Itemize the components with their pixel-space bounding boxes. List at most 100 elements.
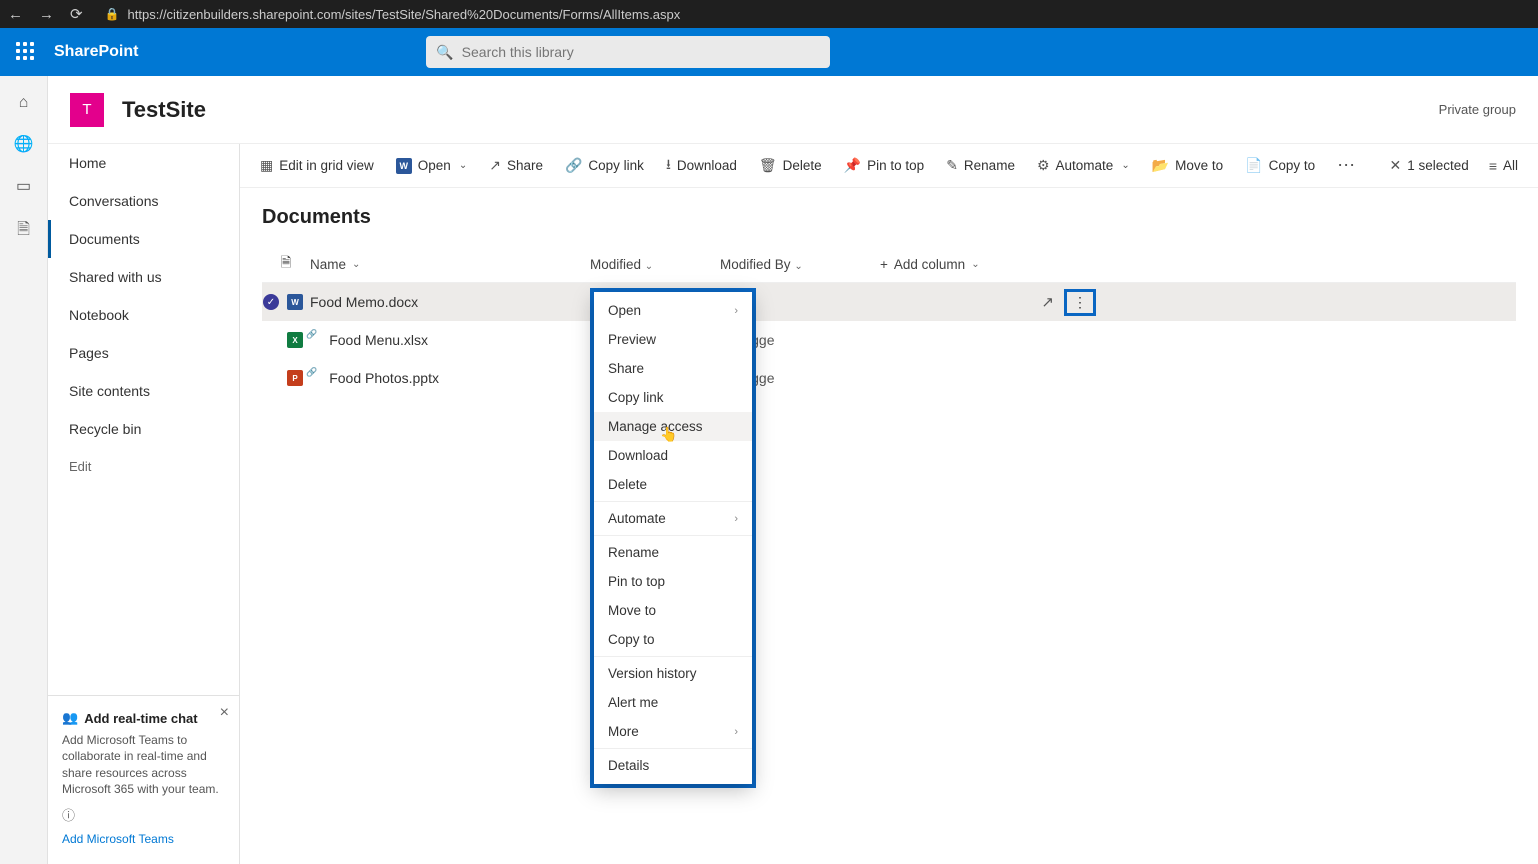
ctx-more[interactable]: More›	[594, 717, 752, 746]
cmd-edit-grid[interactable]: ▦Edit in grid view	[260, 157, 374, 174]
nav-item-documents[interactable]: Documents	[48, 220, 239, 258]
search-box[interactable]: 🔍	[426, 36, 830, 68]
cmd-move-to[interactable]: 📂Move to	[1152, 157, 1223, 174]
cmd-share[interactable]: ↗Share	[489, 157, 543, 174]
site-privacy-label: Private group	[1439, 102, 1516, 117]
ppt-file-icon: P	[287, 370, 303, 386]
selected-check-icon[interactable]: ✓	[263, 294, 279, 310]
ctx-delete[interactable]: Delete	[594, 470, 752, 499]
suite-brand[interactable]: SharePoint	[54, 43, 138, 61]
info-icon[interactable]: ⓘ	[62, 805, 225, 824]
browser-url[interactable]: https://citizenbuilders.sharepoint.com/s…	[128, 7, 681, 22]
browser-forward-icon[interactable]: →	[39, 6, 54, 23]
ctx-manage-access[interactable]: Manage access	[594, 412, 752, 441]
globe-icon[interactable]: 🌐	[14, 134, 34, 154]
cmd-automate[interactable]: ⚙Automate⌄	[1037, 157, 1130, 174]
word-icon: W	[396, 158, 412, 174]
link-icon: 🔗	[565, 157, 582, 174]
ctx-version-history[interactable]: Version history	[594, 659, 752, 688]
plus-icon: +	[880, 257, 888, 272]
cmd-copy-to[interactable]: 📄Copy to	[1245, 157, 1315, 174]
teams-promo: × 👥 Add real-time chat Add Microsoft Team…	[48, 695, 239, 864]
nav-item-pages[interactable]: Pages	[48, 334, 239, 372]
cmd-open[interactable]: WOpen⌄	[396, 158, 467, 174]
grid-icon: ▦	[260, 157, 273, 174]
file-name[interactable]: Food Menu.xlsx	[329, 332, 428, 348]
selection-count[interactable]: ✕1 selected	[1390, 157, 1469, 174]
separator	[594, 501, 752, 502]
table-row[interactable]: ✓ W Food Memo.docx ↗ ⋮	[262, 283, 1516, 321]
ctx-share[interactable]: Share	[594, 354, 752, 383]
site-title[interactable]: TestSite	[122, 97, 206, 123]
suite-header: SharePoint 🔍	[0, 28, 1538, 76]
vertical-dots-icon: ⋮	[1073, 294, 1087, 311]
col-modified-by[interactable]: Modified By ⌄	[720, 257, 880, 272]
file-type-icon[interactable]: 🗎	[281, 253, 292, 276]
close-icon[interactable]: ×	[220, 704, 229, 722]
ctx-copy-link[interactable]: Copy link	[594, 383, 752, 412]
ctx-alert-me[interactable]: Alert me	[594, 688, 752, 717]
cmd-copy-link[interactable]: 🔗Copy link	[565, 157, 644, 174]
file-name[interactable]: Food Memo.docx	[310, 294, 418, 310]
nav-item-recycle-bin[interactable]: Recycle bin	[48, 410, 239, 448]
col-add-column[interactable]: +Add column ⌄	[880, 257, 980, 272]
chevron-right-icon: ›	[734, 513, 738, 525]
view-all[interactable]: ≡All	[1489, 158, 1518, 174]
teams-promo-desc: Add Microsoft Teams to collaborate in re…	[62, 732, 225, 797]
library-title: Documents	[262, 206, 1516, 229]
nav-item-conversations[interactable]: Conversations	[48, 182, 239, 220]
home-icon[interactable]: ⌂	[19, 94, 29, 112]
teams-icon: 👥	[62, 710, 78, 726]
cmd-pin-to-top[interactable]: 📌Pin to top	[844, 157, 924, 174]
cmd-more[interactable]: ⋯	[1337, 155, 1357, 176]
files-icon[interactable]: 🗎	[17, 218, 30, 245]
download-icon: ⭳	[666, 154, 671, 178]
nav-item-notebook[interactable]: Notebook	[48, 296, 239, 334]
separator	[594, 656, 752, 657]
nav-item-site-contents[interactable]: Site contents	[48, 372, 239, 410]
app-launcher-icon[interactable]	[16, 42, 36, 62]
nav-item-home[interactable]: Home	[48, 144, 239, 182]
col-name[interactable]: Name⌄	[310, 257, 590, 272]
delete-icon: 🗑	[759, 157, 777, 174]
ctx-details[interactable]: Details	[594, 751, 752, 780]
automate-icon: ⚙	[1037, 157, 1050, 174]
ctx-download[interactable]: Download	[594, 441, 752, 470]
list-icon: ≡	[1489, 158, 1497, 174]
browser-reload-icon[interactable]: ⟳	[70, 5, 83, 23]
nav-edit[interactable]: Edit	[48, 448, 239, 485]
teams-promo-link[interactable]: Add Microsoft Teams	[62, 832, 225, 846]
site-header: T TestSite Private group	[48, 76, 1538, 144]
news-icon[interactable]: ▭	[16, 176, 31, 196]
col-modified[interactable]: Modified ⌄	[590, 257, 720, 272]
chevron-down-icon: ⌄	[459, 160, 467, 171]
share-icon[interactable]: ↗	[1041, 293, 1054, 311]
more-actions-button[interactable]: ⋮	[1064, 289, 1096, 316]
ctx-preview[interactable]: Preview	[594, 325, 752, 354]
ctx-open[interactable]: Open›	[594, 296, 752, 325]
ctx-rename[interactable]: Rename	[594, 538, 752, 567]
table-row[interactable]: P 🔗Food Photos.pptx ry Legge	[262, 359, 1516, 397]
teams-promo-title: Add real-time chat	[84, 711, 197, 726]
cmd-delete[interactable]: 🗑Delete	[759, 157, 822, 174]
file-name[interactable]: Food Photos.pptx	[329, 370, 439, 386]
ctx-move-to[interactable]: Move to	[594, 596, 752, 625]
chevron-down-icon: ⌄	[971, 259, 979, 270]
ctx-pin-to-top[interactable]: Pin to top	[594, 567, 752, 596]
separator	[594, 535, 752, 536]
ctx-copy-to[interactable]: Copy to	[594, 625, 752, 654]
nav-item-shared-with-us[interactable]: Shared with us	[48, 258, 239, 296]
cmd-download[interactable]: ⭳Download	[666, 154, 737, 178]
ctx-automate[interactable]: Automate›	[594, 504, 752, 533]
chevron-down-icon: ⌄	[794, 261, 802, 272]
app-rail: ⌂ 🌐 ▭ 🗎	[0, 76, 48, 864]
separator	[594, 748, 752, 749]
search-input[interactable]	[462, 44, 821, 60]
site-logo[interactable]: T	[70, 93, 104, 127]
column-headers: 🗎 Name⌄ Modified ⌄ Modified By ⌄ +Add co…	[262, 247, 1516, 283]
browser-toolbar: ← → ⟳ 🔒 https://citizenbuilders.sharepoi…	[0, 0, 1538, 28]
browser-back-icon[interactable]: ←	[8, 6, 23, 23]
table-row[interactable]: X 🔗Food Menu.xlsx ry Legge	[262, 321, 1516, 359]
move-icon: 📂	[1152, 157, 1169, 174]
cmd-rename[interactable]: ✎Rename	[946, 157, 1015, 174]
